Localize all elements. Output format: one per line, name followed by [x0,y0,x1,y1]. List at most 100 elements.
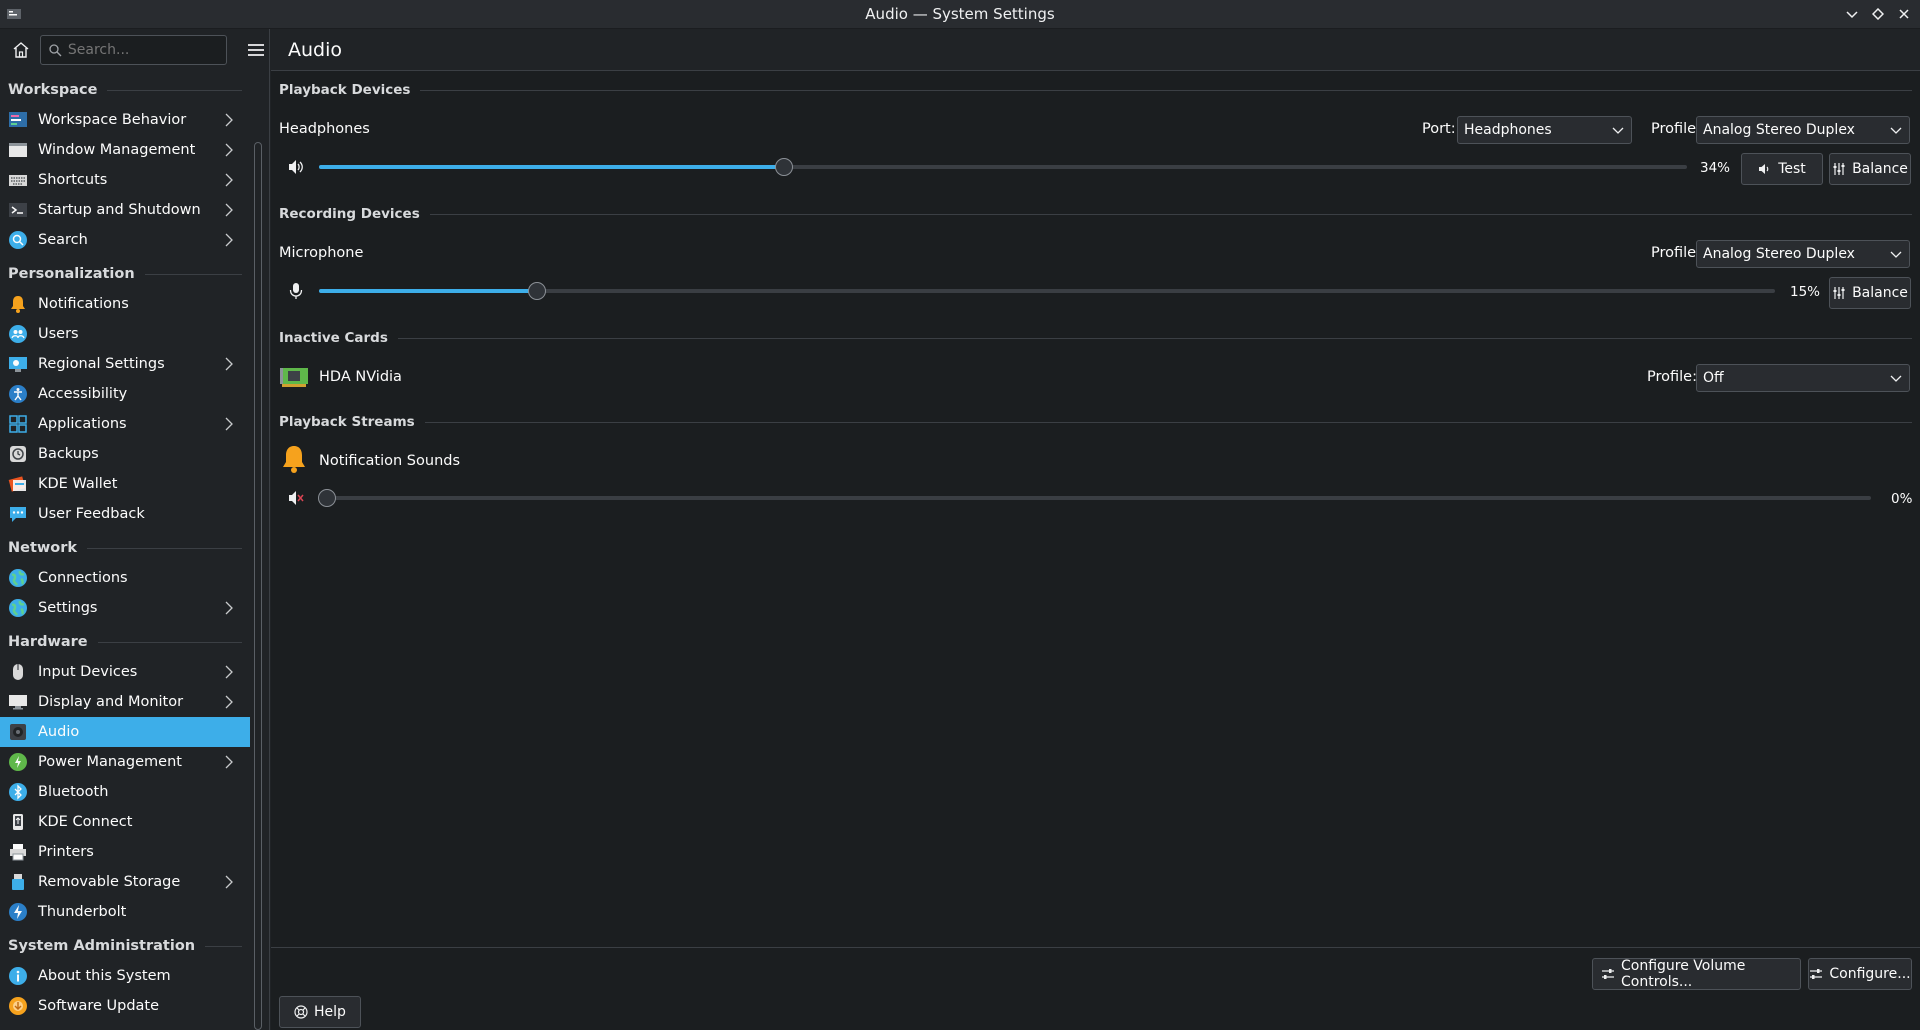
close-button[interactable] [1894,4,1914,24]
sidebar-item-network-settings[interactable]: Settings [0,593,250,623]
sidebar-item-label: Search [38,232,88,248]
chevron-right-icon [225,113,233,127]
muted-speaker-icon[interactable] [287,489,305,511]
slider-fill [319,165,785,169]
recording-balance-button[interactable]: Balance [1829,277,1911,309]
sidebar-item-input-devices[interactable]: Input Devices [0,657,250,687]
home-button[interactable] [10,39,32,61]
category-personalization: Personalization [0,259,250,289]
sidebar-item-label: Printers [38,844,94,860]
chevron-down-icon [1890,375,1902,382]
sidebar-item-about-system[interactable]: About this System [0,961,250,991]
sidebar-item-connections[interactable]: Connections [0,563,250,593]
sidebar-item-printers[interactable]: Printers [0,837,250,867]
power-icon [8,752,28,772]
chevron-right-icon [225,665,233,679]
mouse-icon [8,662,28,682]
sidebar-item-accessibility[interactable]: Accessibility [0,379,250,409]
chevron-right-icon [225,601,233,615]
keyboard-icon [8,170,28,190]
notification-sounds-volume-slider[interactable] [318,487,1871,509]
chevron-right-icon [225,755,233,769]
sidebar-item-software-update[interactable]: Software Update [0,991,250,1021]
speaker-icon [8,722,28,742]
port-combobox[interactable]: Headphones [1457,116,1632,144]
slider-handle[interactable] [318,489,336,507]
sidebar-item-startup-shutdown[interactable]: Startup and Shutdown [0,195,250,225]
sidebar-item-thunderbolt[interactable]: Thunderbolt [0,897,250,927]
chevron-right-icon [225,143,233,157]
sidebar-item-display-monitor[interactable]: Display and Monitor [0,687,250,717]
maximize-button[interactable] [1868,4,1888,24]
bell-icon [8,294,28,314]
sidebar-item-regional-settings[interactable]: Regional Settings [0,349,250,379]
bell-icon [280,444,308,478]
sidebar-item-notifications[interactable]: Notifications [0,289,250,319]
configure-icon [1810,969,1823,979]
thunderbolt-icon [8,902,28,922]
sidebar-item-label: Window Management [38,142,196,158]
chevron-down-icon [1890,251,1902,258]
startup-icon [8,200,28,220]
chevron-right-icon [225,357,233,371]
sidebar-item-search[interactable]: Search [0,225,250,255]
sidebar-item-bluetooth[interactable]: Bluetooth [0,777,250,807]
minimize-button[interactable] [1842,4,1862,24]
sidebar-item-label: Connections [38,570,128,586]
sidebar-item-label: Settings [38,600,98,616]
sidebar-scrollbar[interactable] [254,142,262,1030]
recording-profile-combobox[interactable]: Analog Stereo Duplex [1696,240,1910,268]
sidebar-item-workspace-behavior[interactable]: Workspace Behavior [0,105,250,135]
sidebar-item-label: Users [38,326,79,342]
sidebar-item-applications[interactable]: Applications [0,409,250,439]
sliders-icon [1833,287,1845,299]
kde-connect-icon [8,812,28,832]
main-content: Audio Playback Devices Headphones Port: … [271,29,1920,1030]
microphone-volume-slider[interactable] [319,280,1775,302]
feedback-icon [8,504,28,524]
microphone-volume-percent: 15% [1790,284,1821,300]
accessibility-icon [8,384,28,404]
sidebar-item-label: About this System [38,968,171,984]
sidebar-item-shortcuts[interactable]: Shortcuts [0,165,250,195]
sidebar-item-label: Applications [38,416,127,432]
playback-streams-heading: Playback Streams [279,414,1912,430]
sliders-icon [1833,163,1845,175]
configure-button[interactable]: Configure... [1808,958,1912,990]
sidebar-item-audio[interactable]: Audio [0,717,250,747]
sidebar-item-window-management[interactable]: Window Management [0,135,250,165]
notification-sounds-volume-percent: 0% [1891,491,1913,507]
sidebar-item-removable-storage[interactable]: Removable Storage [0,867,250,897]
sidebar-item-power-management[interactable]: Power Management [0,747,250,777]
search-input[interactable] [67,42,218,58]
configure-volume-controls-button[interactable]: Configure Volume Controls... [1592,958,1801,990]
sidebar-item-user-feedback[interactable]: User Feedback [0,499,250,529]
users-icon [8,324,28,344]
speaker-volume-icon[interactable] [287,158,305,180]
hamburger-menu-button[interactable] [243,37,269,63]
window-titlebar: Audio — System Settings [0,0,1920,29]
slider-handle[interactable] [528,282,547,300]
sidebar-item-kde-connect[interactable]: KDE Connect [0,807,250,837]
sidebar-item-backups[interactable]: Backups [0,439,250,469]
sidebar-item-kde-wallet[interactable]: KDE Wallet [0,469,250,499]
recording-devices-heading: Recording Devices [279,206,1912,222]
info-icon [8,966,28,986]
test-button[interactable]: Test [1741,153,1823,185]
card-profile-label: Profile: [1647,369,1697,385]
playback-profile-combobox[interactable]: Analog Stereo Duplex [1696,116,1910,144]
sidebar-item-users[interactable]: Users [0,319,250,349]
help-button[interactable]: Help [279,996,361,1028]
window-title: Audio — System Settings [865,5,1055,23]
playback-devices-heading: Playback Devices [279,82,1912,98]
port-label: Port: [1422,121,1456,137]
playback-balance-button[interactable]: Balance [1829,153,1911,185]
slider-handle[interactable] [775,158,794,176]
microphone-icon[interactable] [287,282,305,304]
headphones-volume-slider[interactable] [319,156,1687,178]
chevron-right-icon [225,875,233,889]
sidebar-item-label: Bluetooth [38,784,109,800]
sidebar-item-label: KDE Connect [38,814,133,830]
card-profile-combobox[interactable]: Off [1696,364,1910,392]
search-field[interactable] [39,35,228,65]
